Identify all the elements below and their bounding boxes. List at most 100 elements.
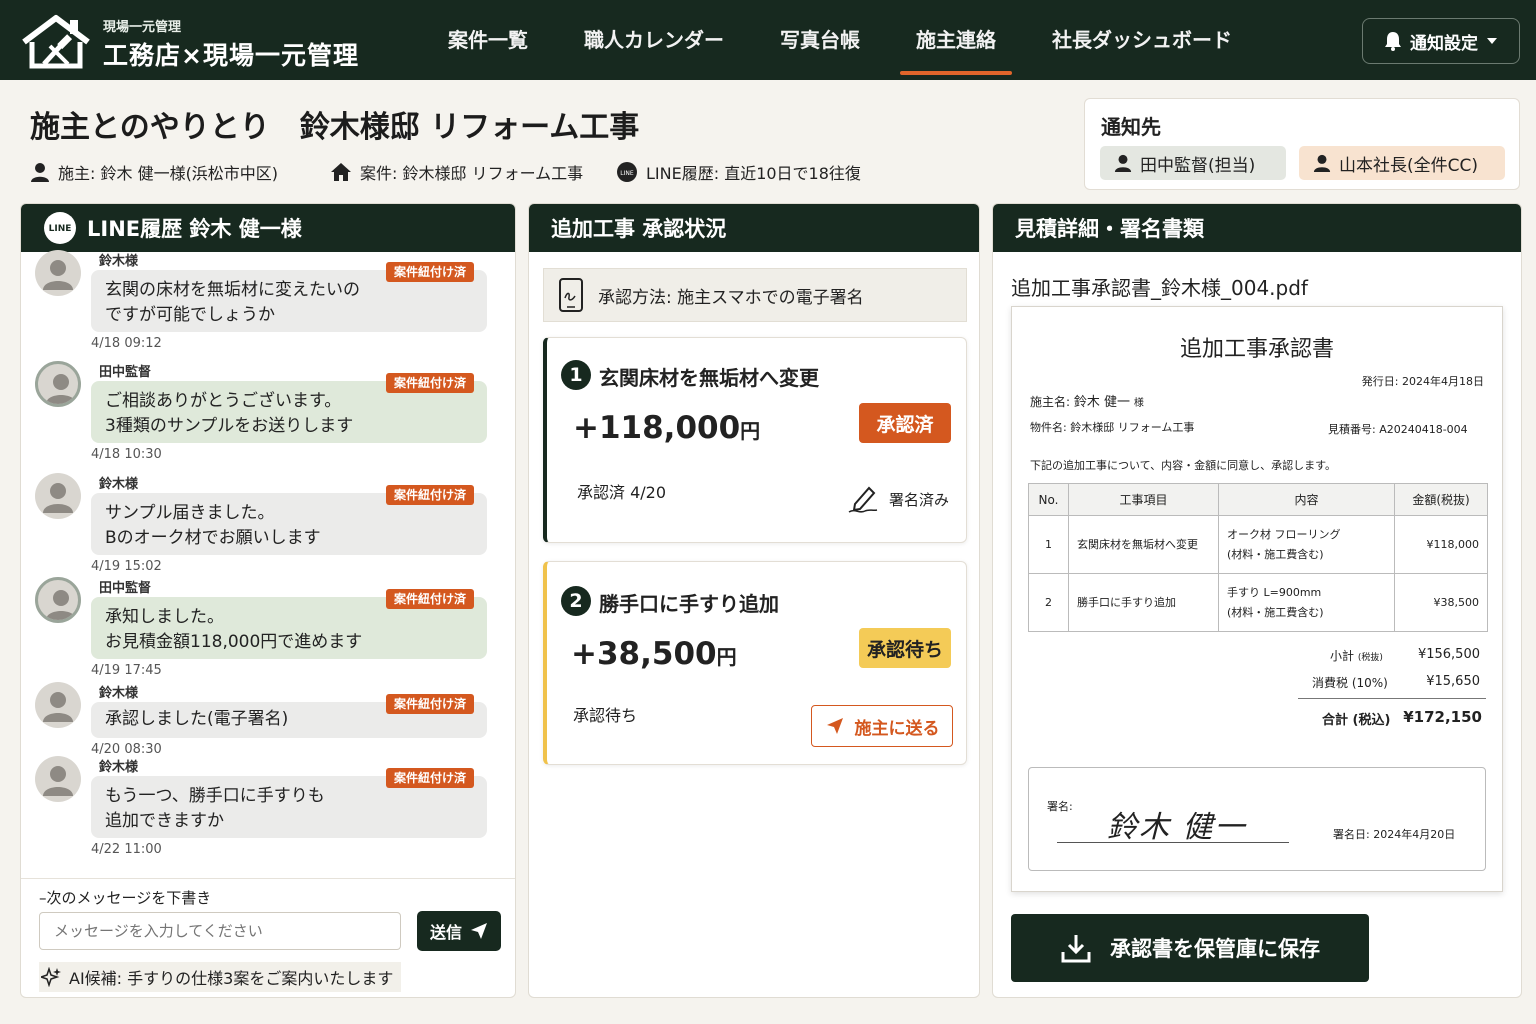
chat-message: 鈴木様 サンプル届きました。 Bのオーク材でお願いします 案件紐付け済 4/19 15:…	[21, 473, 515, 575]
document-file-name[interactable]: 追加工事承認書_鈴木様_004.pdf	[1011, 272, 1308, 301]
tax-value: ¥15,650	[1426, 674, 1480, 689]
approval-card-1[interactable]: 1 玄関床材を無垢材へ変更 +118,000円 承認済 承認済 4/20 署名済…	[543, 337, 967, 543]
project-info: 案件: 鈴木様邸 リフォーム工事	[330, 160, 583, 184]
svg-text:LINE: LINE	[49, 224, 72, 234]
recipient-chip-tanaka[interactable]: 田中監督(担当)	[1100, 146, 1286, 180]
nav-item-projects[interactable]: 案件一覧	[420, 0, 556, 80]
avatar-icon[interactable]	[35, 682, 81, 728]
notification-recipients-title: 通知先	[1101, 115, 1161, 139]
message-timestamp: 4/19 15:02	[91, 559, 162, 574]
table-row: 2 勝手口に手すり追加 手すり L=900mm (材料・施工費含む) ¥38,50…	[1028, 573, 1488, 632]
line-logo-icon: LINE	[44, 212, 76, 244]
message-sender: 鈴木様	[99, 477, 139, 492]
line-history-title: LINE履歴 鈴木 健一様	[87, 217, 302, 241]
approval-status-header: 追加工事 承認状況	[529, 204, 979, 252]
signature-label: 署名:	[1047, 800, 1073, 813]
subtotal-value: ¥156,500	[1417, 647, 1480, 662]
paper-plane-icon	[471, 923, 487, 939]
approval-document-preview: 追加工事承認書 発行日: 2024年4月18日 施主名: 鈴木 健一 様 物件名…	[1011, 306, 1503, 892]
recipient-chip-yamamoto[interactable]: 山本社長(全件CC)	[1299, 146, 1505, 180]
signature-line	[1057, 842, 1289, 843]
approval-status-panel: 追加工事 承認状況 承認方法: 施主スマホでの電子署名 1 玄関床材を無垢材へ変…	[528, 203, 980, 998]
table-header: 工事項目	[1068, 483, 1219, 516]
house-icon	[331, 163, 351, 181]
item-number-badge: 1	[561, 360, 591, 390]
recipient-chip-label: 山本社長(全件CC)	[1339, 155, 1479, 176]
estimate-document-header: 見積詳細・署名書類	[993, 204, 1521, 252]
linked-to-project-tag: 案件紐付け済	[386, 262, 475, 282]
tax-label: 消費税 (10%)	[1312, 676, 1388, 690]
notification-settings-button[interactable]: 通知設定	[1362, 18, 1520, 64]
person-icon	[1313, 154, 1331, 172]
brand-title: 工務店×現場一元管理	[103, 41, 359, 70]
linked-to-project-tag: 案件紐付け済	[386, 373, 475, 393]
approval-sub-status: 承認待ち	[573, 706, 638, 725]
avatar-icon[interactable]	[35, 473, 81, 519]
document-title: 追加工事承認書	[1179, 337, 1334, 362]
owner-info: 施主: 鈴木 健一様(浜松市中区)	[30, 160, 278, 184]
chat-message: 田中監督 ご相談ありがとうございます。 3種類のサンプルをお送りします 案件紐付け済 4…	[21, 361, 515, 463]
estimate-table: No. 工事項目 内容 金額(税抜) 1 玄関床材を無垢材へ変更 オーク材 フロ…	[1028, 483, 1488, 632]
signed-indicator: 署名済み	[847, 484, 949, 514]
approval-item-title: 玄関床材を無垢材へ変更	[599, 366, 819, 390]
approval-method-text: 承認方法: 施主スマホでの電子署名	[598, 287, 864, 308]
send-button-label: 送信	[429, 923, 462, 942]
line-history-info: LINE LINE履歴: 直近10日で18往復	[616, 160, 861, 184]
top-bar: 現場一元管理 工務店×現場一元管理 案件一覧 職人カレンダー 写真台帳 施主連絡…	[0, 0, 1536, 80]
nav-item-craftsman-calendar[interactable]: 職人カレンダー	[556, 0, 752, 80]
chat-message: 鈴木様 承認しました(電子署名) 案件紐付け済 4/20 08:30	[21, 682, 515, 758]
save-to-vault-button[interactable]: 承認書を保管庫に保存	[1011, 914, 1369, 982]
nav-item-president-dashboard[interactable]: 社長ダッシュボード	[1024, 0, 1260, 80]
sparkle-icon	[41, 967, 61, 987]
compose-label: –次のメッセージを下書き	[39, 889, 212, 907]
page-title: 施主とのやりとり 鈴木様邸 リフォーム工事	[30, 110, 640, 145]
line-history-header: LINE LINE履歴 鈴木 健一様	[21, 204, 515, 252]
download-icon	[1061, 935, 1091, 963]
send-button[interactable]: 送信	[417, 911, 501, 951]
message-timestamp: 4/18 09:12	[91, 336, 162, 351]
owner-name-line: 施主名: 鈴木 健一 様	[1030, 395, 1144, 410]
signature-date: 署名日: 2024年4月20日	[1333, 828, 1456, 841]
bell-icon	[1385, 32, 1401, 51]
approval-item-title: 勝手口に手すり追加	[599, 592, 779, 616]
line-history-text: LINE履歴: 直近10日で18往復	[646, 164, 861, 183]
table-row: 1 玄関床材を無垢材へ変更 オーク材 フローリング (材料・施工費含む) ¥118…	[1028, 515, 1488, 574]
message-timestamp: 4/18 10:30	[91, 447, 162, 462]
person-icon	[1114, 154, 1132, 172]
nav-item-owner-contact[interactable]: 施主連絡	[888, 0, 1024, 80]
avatar-icon[interactable]	[35, 577, 81, 623]
ai-suggestion-text: AI候補: 手すりの仕様3案をご案内いたします	[69, 969, 394, 988]
brand-subtitle: 現場一元管理	[103, 20, 182, 35]
house-tools-logo-icon[interactable]	[20, 12, 92, 70]
pending-status-badge: 承認待ち	[859, 628, 951, 668]
approval-item-amount: +118,000円	[573, 410, 761, 446]
property-name: 物件名: 鈴木様邸 リフォーム工事	[1030, 421, 1195, 434]
compose-divider	[21, 878, 515, 879]
send-to-owner-label: 施主に送る	[854, 718, 940, 739]
approval-method: 承認方法: 施主スマホでの電子署名	[543, 268, 967, 322]
message-sender: 鈴木様	[99, 686, 139, 701]
owner-info-text: 施主: 鈴木 健一様(浜松市中区)	[58, 164, 279, 183]
linked-to-project-tag: 案件紐付け済	[386, 589, 475, 609]
send-to-owner-button[interactable]: 施主に送る	[811, 705, 953, 747]
approval-sub-status: 承認済 4/20	[577, 483, 667, 502]
message-timestamp: 4/19 17:45	[91, 663, 162, 678]
nav-item-photo-ledger[interactable]: 写真台帳	[752, 0, 888, 80]
issue-date: 発行日: 2024年4月18日	[1361, 375, 1484, 388]
avatar-icon[interactable]	[35, 250, 81, 296]
project-info-text: 案件: 鈴木様邸 リフォーム工事	[360, 164, 584, 183]
message-sender: 田中監督	[99, 581, 152, 596]
caret-down-icon	[1487, 38, 1497, 44]
linked-to-project-tag: 案件紐付け済	[386, 694, 475, 714]
avatar-icon[interactable]	[35, 361, 81, 407]
total-label: 合計 (税込)	[1322, 713, 1391, 728]
notification-settings-label: 通知設定	[1410, 33, 1478, 54]
approved-status-badge: 承認済	[859, 403, 951, 443]
table-header: No.	[1028, 483, 1069, 516]
ai-suggestion[interactable]: AI候補: 手すりの仕様3案をご案内いたします	[39, 962, 402, 992]
smartphone-sign-icon	[559, 278, 583, 312]
message-input[interactable]	[39, 912, 401, 950]
approval-card-2[interactable]: 2 勝手口に手すり追加 +38,500円 承認待ち 承認待ち 施主に送る	[543, 561, 967, 765]
avatar-icon[interactable]	[35, 756, 81, 802]
handwritten-signature: 鈴木 健一	[1107, 810, 1247, 845]
